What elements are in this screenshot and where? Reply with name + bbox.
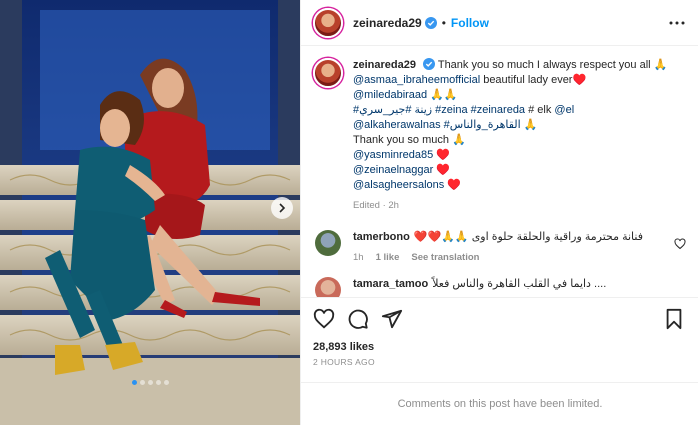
heart-text: ♥️ <box>444 179 462 191</box>
paper-plane-icon <box>381 309 403 329</box>
heart-text: ♥️ <box>433 149 451 161</box>
post-actions: 28,893 likes 2 HOURS AGO <box>301 297 698 367</box>
caption-edited-time: Edited · 2h <box>353 200 399 211</box>
mention-link[interactable]: @yasminreda85 <box>353 149 433 161</box>
comment-item: tamara_tamoo دايما في القلب القاهرة والنا… <box>313 277 686 297</box>
mention-link[interactable]: @alkaherawalnas <box>353 119 441 131</box>
comment-text: دايما في القلب القاهرة والناس فعلاً .... <box>432 278 607 290</box>
verified-badge-icon <box>424 16 437 29</box>
like-button[interactable] <box>313 308 335 330</box>
mention-link[interactable]: @asmaa_ibraheemofficial <box>353 74 480 86</box>
post-time: 2 HOURS AGO <box>313 357 375 367</box>
commenter-avatar[interactable] <box>315 230 341 256</box>
chevron-right-icon <box>279 203 286 213</box>
carousel-dot <box>131 380 137 385</box>
heart-icon <box>313 308 335 329</box>
author-username[interactable]: zeinareda29 <box>353 16 422 30</box>
comment-text: ❤️❤️🙏🙏 فنانة محترمة وراقية والحلقة حلوة … <box>413 231 643 243</box>
comments-limited-notice: Comments on this post have been limited. <box>301 382 698 425</box>
caption-line4: # elk <box>525 104 555 116</box>
post-side-panel: zeinareda29 • Follow zeinareda29 Thank y… <box>300 0 698 425</box>
action-bar <box>313 304 687 334</box>
instagram-post: zeinareda29 • Follow zeinareda29 Thank y… <box>0 0 698 425</box>
bookmark-icon <box>666 308 682 330</box>
hashtag-links[interactable]: #زينة #جير_سري #zeina #zeinareda <box>353 104 525 116</box>
mention-link[interactable]: @zeinaelnaggar <box>353 164 433 176</box>
caption-line5: 🙏 <box>520 119 538 131</box>
carousel-dot <box>155 380 161 385</box>
comment-like-heart-icon[interactable] <box>674 238 686 250</box>
commenter-avatar[interactable] <box>315 277 341 297</box>
ellipsis-icon <box>669 21 685 24</box>
share-button[interactable] <box>381 308 403 330</box>
post-media[interactable] <box>0 0 300 425</box>
caption-line2: beautiful lady ever♥️ <box>480 74 587 86</box>
see-translation-link[interactable]: See translation <box>411 250 479 265</box>
caption-avatar[interactable] <box>313 58 343 88</box>
header-separator: • <box>441 15 446 30</box>
commenter-username[interactable]: tamara_tamoo <box>353 278 428 290</box>
comment-time: 1h <box>353 252 364 263</box>
caption-text: zeinareda29 Thank you so much I always r… <box>353 58 667 213</box>
caption-line1: Thank you so much I always respect you a… <box>437 59 668 71</box>
post-photo <box>0 0 300 425</box>
caption: zeinareda29 Thank you so much I always r… <box>313 58 686 213</box>
mention-link[interactable]: @miledabiraad <box>353 89 427 101</box>
carousel-next-button[interactable] <box>271 197 293 219</box>
comment-button[interactable] <box>347 308 369 330</box>
mention-link[interactable]: @alsagheersalons <box>353 179 444 191</box>
follow-button[interactable]: Follow <box>451 16 489 30</box>
hashtag-link[interactable]: #القاهرة_والناس <box>441 119 521 131</box>
mention-link[interactable]: @el <box>554 104 574 116</box>
comment-bubble-icon <box>348 309 368 329</box>
save-button[interactable] <box>663 308 685 330</box>
caption-username[interactable]: zeinareda29 <box>353 59 416 71</box>
caption-line3: 🙏🙏 <box>427 89 458 101</box>
comments-area[interactable]: zeinareda29 Thank you so much I always r… <box>301 46 698 297</box>
author-avatar[interactable] <box>313 7 343 38</box>
post-header: zeinareda29 • Follow <box>301 0 698 46</box>
comment-item: tamerbono ❤️❤️🙏🙏 فنانة محترمة وراقية والح… <box>313 230 686 265</box>
comment-likes[interactable]: 1 like <box>376 250 400 265</box>
more-options-button[interactable] <box>668 14 686 32</box>
carousel-indicator <box>0 380 300 385</box>
carousel-dot <box>163 380 169 385</box>
likes-count[interactable]: 28,893 likes <box>313 341 687 353</box>
heart-text: ♥️ <box>433 164 451 176</box>
commenter-username[interactable]: tamerbono <box>353 231 410 243</box>
carousel-dot <box>139 380 145 385</box>
verified-badge-icon <box>422 58 435 70</box>
carousel-dot <box>147 380 153 385</box>
caption-line6: Thank you so much 🙏 <box>353 134 466 146</box>
